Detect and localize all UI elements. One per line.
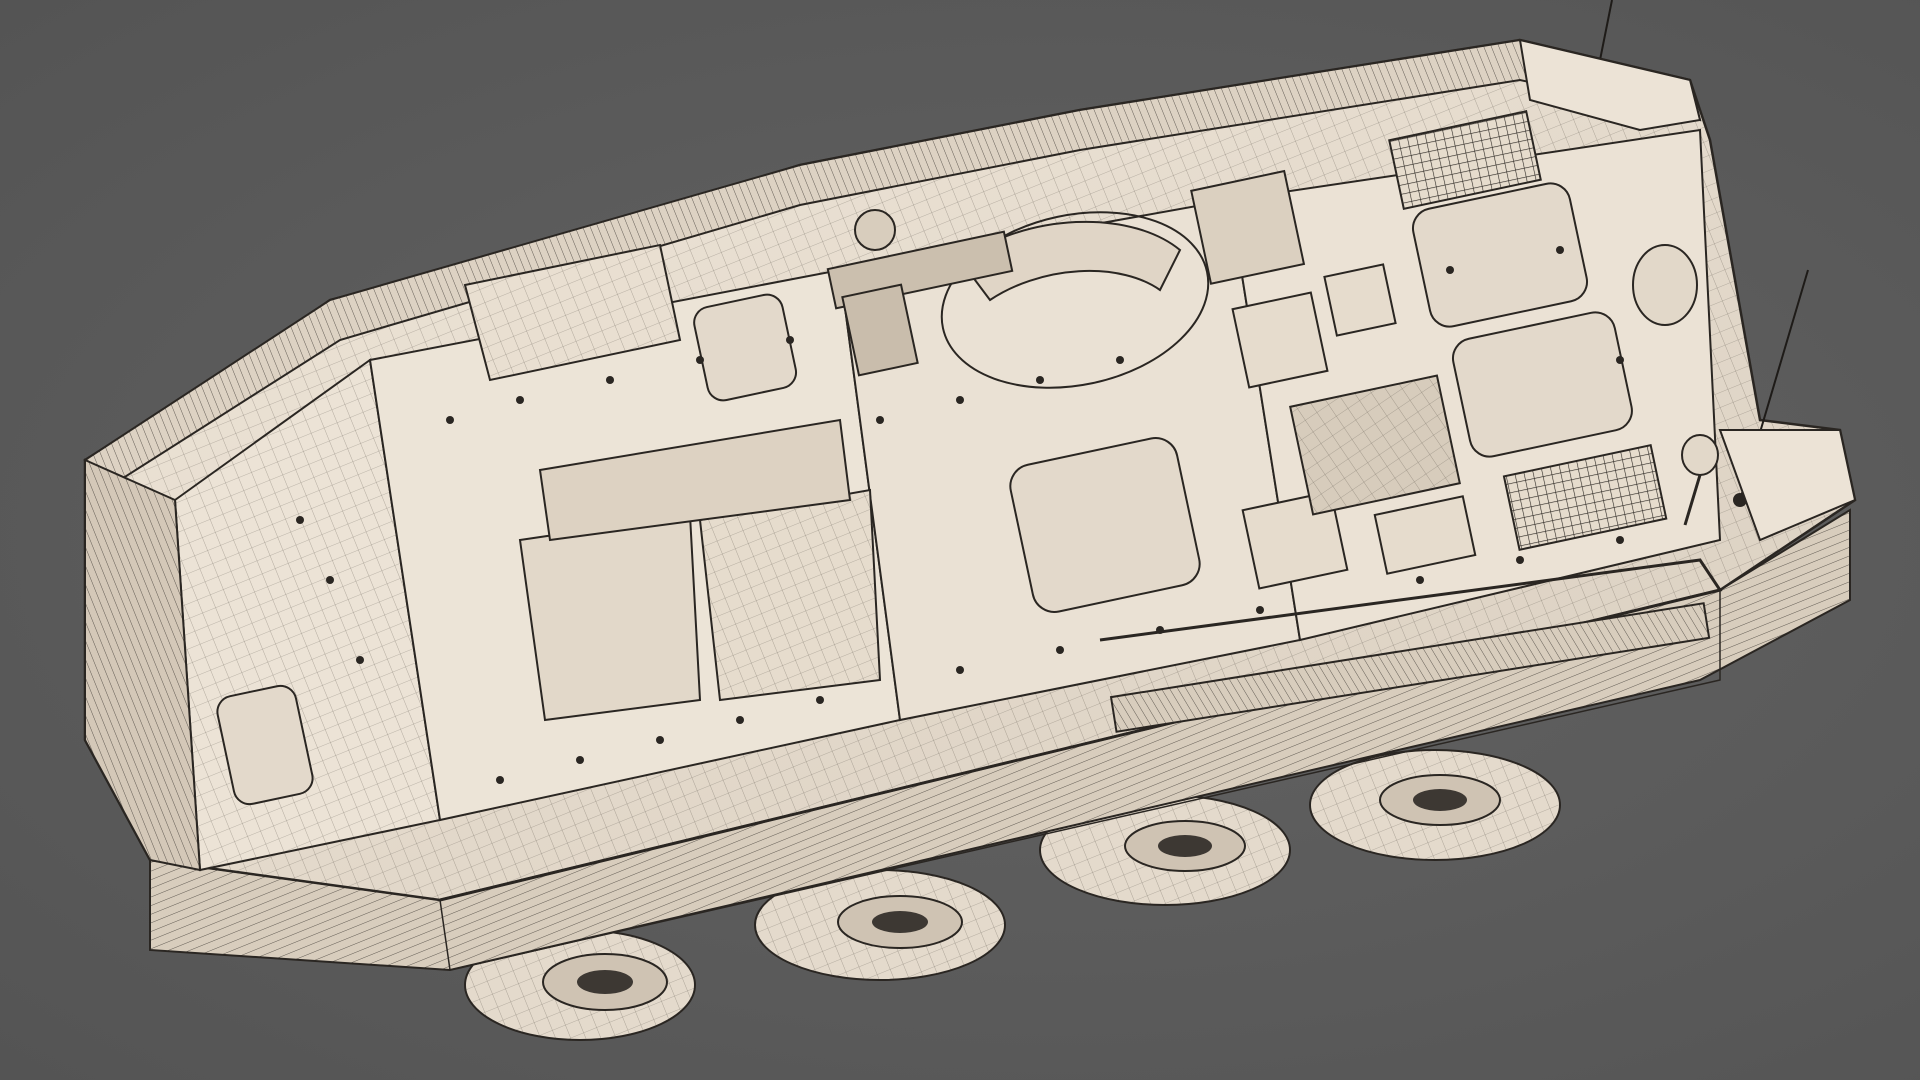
render-viewport	[0, 0, 1920, 1080]
wheel-4	[1309, 749, 1561, 861]
vehicle-render	[83, 0, 1857, 1041]
